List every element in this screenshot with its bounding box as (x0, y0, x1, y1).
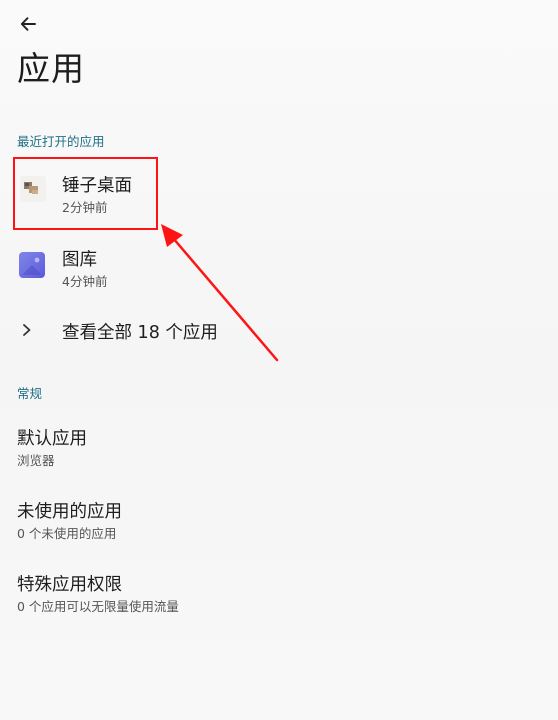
recent-apps-header: 最近打开的应用 (17, 134, 105, 149)
unused-apps-subtitle: 0 个未使用的应用 (17, 526, 117, 541)
page-title: 应用 (17, 49, 85, 88)
general-header: 常规 (17, 386, 43, 401)
recent-app-name: 图库 (62, 250, 97, 270)
default-apps-subtitle: 浏览器 (17, 453, 55, 468)
default-apps-title: 默认应用 (17, 429, 87, 449)
arrow-left-icon (20, 17, 36, 31)
chevron-right-icon (20, 322, 34, 342)
hammer-launcher-icon (20, 176, 46, 202)
unused-apps-item[interactable]: 未使用的应用 0 个未使用的应用 (0, 487, 558, 551)
recent-app-time: 2分钟前 (62, 200, 108, 215)
recent-app-name: 锤子桌面 (62, 176, 132, 196)
unused-apps-title: 未使用的应用 (17, 502, 122, 522)
view-all-apps-row[interactable]: 查看全部 18 个应用 (0, 306, 558, 356)
back-button[interactable] (14, 10, 42, 38)
view-all-apps-label: 查看全部 18 个应用 (62, 323, 218, 343)
gallery-icon (19, 252, 45, 278)
special-app-access-subtitle: 0 个应用可以无限量使用流量 (17, 599, 179, 614)
recent-app-item-gallery[interactable]: 图库 4分钟前 (0, 234, 558, 300)
special-app-access-item[interactable]: 特殊应用权限 0 个应用可以无限量使用流量 (0, 560, 558, 624)
default-apps-item[interactable]: 默认应用 浏览器 (0, 414, 558, 478)
recent-app-item-hammer-launcher[interactable]: 锤子桌面 2分钟前 (0, 160, 558, 228)
special-app-access-title: 特殊应用权限 (17, 575, 122, 595)
recent-app-time: 4分钟前 (62, 274, 108, 289)
settings-apps-screen: 应用 最近打开的应用 锤子桌面 2分钟前 图库 4分钟前 查看全部 18 个应用… (0, 0, 558, 720)
